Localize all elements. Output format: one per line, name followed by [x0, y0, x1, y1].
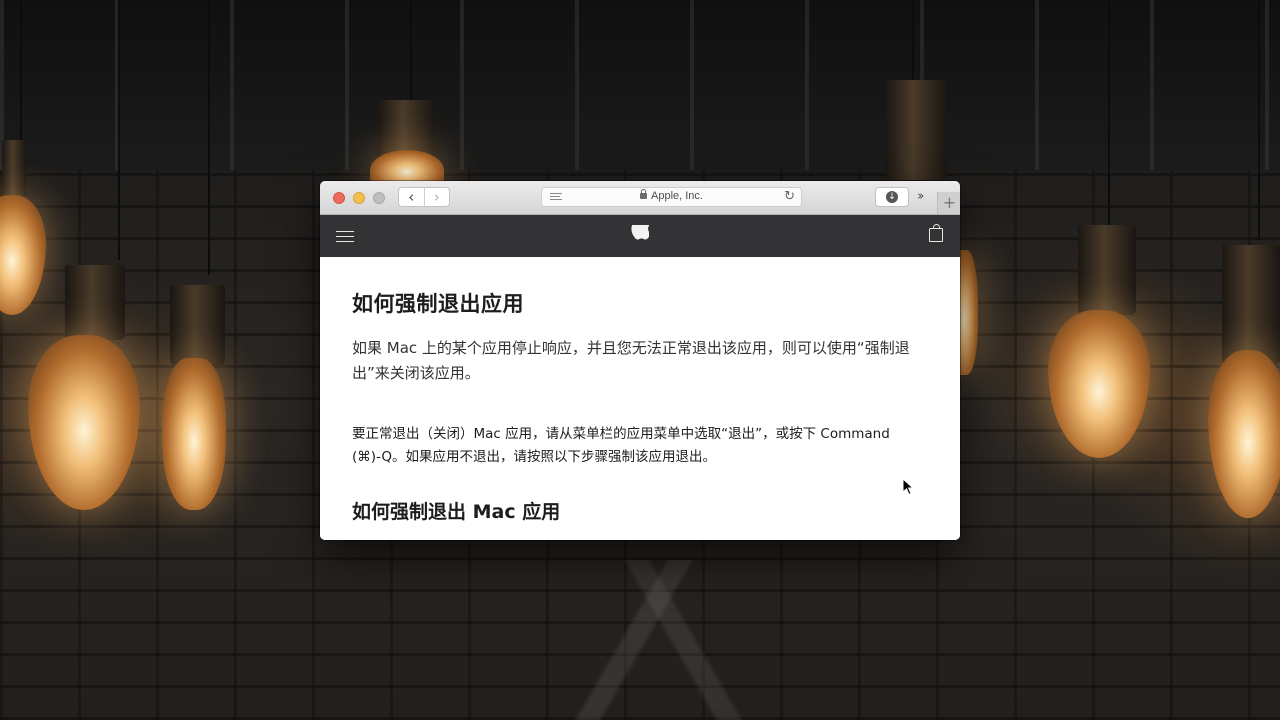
bulb-socket — [1222, 245, 1280, 365]
reload-icon[interactable]: ↻ — [784, 189, 795, 205]
bulb-wire — [912, 0, 914, 90]
wall-graffiti — [420, 560, 940, 720]
bulb-wire — [118, 0, 120, 260]
cursor-icon — [902, 478, 915, 496]
ceiling-beams — [0, 0, 1280, 170]
section-heading: 如何强制退出 Mac 应用 — [352, 501, 561, 523]
bulb-wire — [1108, 0, 1110, 225]
light-bulb — [162, 358, 226, 510]
address-bar[interactable]: Apple, Inc. ↻ — [541, 187, 802, 207]
bulb-socket — [65, 265, 125, 340]
forward-button[interactable]: › — [423, 188, 450, 206]
intro-paragraph: 如果 Mac 上的某个应用停止响应，并且您无法正常退出该应用，则可以使用“强制退… — [352, 339, 910, 382]
bulb-wire — [410, 0, 412, 100]
bag-icon[interactable] — [929, 224, 943, 242]
download-icon: ↓ — [886, 191, 898, 203]
navigation-buttons: ‹ › — [398, 187, 450, 207]
lock-icon — [640, 189, 647, 199]
back-button[interactable]: ‹ — [399, 188, 424, 206]
apple-logo-icon[interactable] — [631, 225, 649, 247]
address-text: Apple, Inc. — [651, 190, 703, 202]
bulb-socket — [170, 285, 225, 365]
hamburger-icon[interactable] — [336, 231, 354, 243]
bulb-wire — [208, 0, 210, 275]
new-tab-button[interactable]: + — [937, 192, 960, 214]
body-paragraph: 要正常退出（关闭）Mac 应用，请从菜单栏的应用菜单中选取“退出”，或按下 Co… — [352, 426, 890, 465]
close-window-button[interactable] — [333, 192, 345, 204]
maximize-window-button[interactable] — [373, 192, 385, 204]
minimize-window-button[interactable] — [353, 192, 365, 204]
page-title: 如何强制退出应用 — [352, 292, 524, 316]
bulb-wire — [1258, 0, 1260, 240]
bulb-socket — [885, 80, 947, 180]
page-content: 如何强制退出应用 如果 Mac 上的某个应用停止响应，并且您无法正常退出该应用，… — [320, 257, 960, 540]
more-icon[interactable]: ›› — [917, 189, 925, 204]
downloads-button[interactable]: ↓ — [875, 187, 909, 207]
site-navigation-bar — [320, 215, 960, 257]
bulb-wire — [20, 0, 22, 150]
bulb-socket — [2, 140, 26, 200]
address-display: Apple, Inc. — [542, 189, 801, 202]
bulb-socket — [1078, 225, 1136, 315]
browser-window: ‹ › Apple, Inc. ↻ ↓ ›› + 如何强制退出应用 如果 Mac… — [320, 181, 960, 540]
browser-toolbar: ‹ › Apple, Inc. ↻ ↓ ›› + — [320, 181, 960, 215]
